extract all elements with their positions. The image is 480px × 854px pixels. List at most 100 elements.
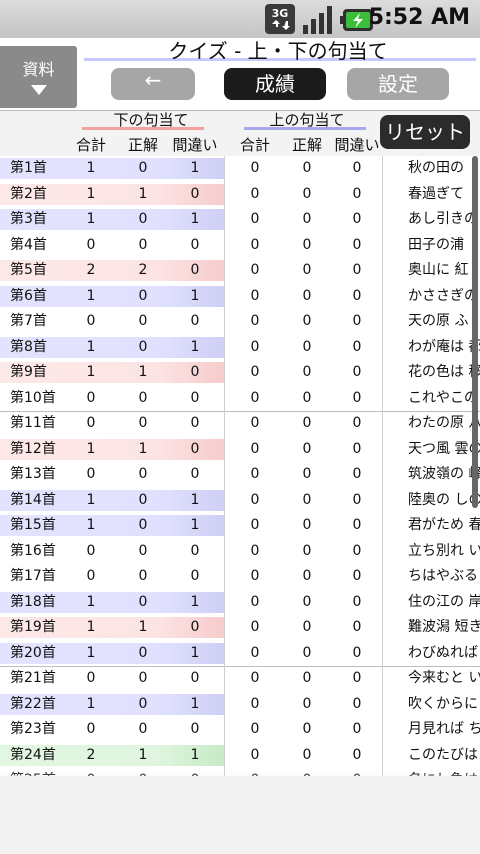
lower-wrong-cell: 0	[190, 721, 200, 737]
lower-correct-cell: 1	[138, 440, 148, 457]
upper-correct-cell: 0	[302, 160, 312, 176]
table-row[interactable]: 第8首 1 0 1 0 0 0 わが庵は 都	[0, 335, 480, 360]
poem-number: 第22首	[10, 695, 56, 712]
list-fade	[0, 772, 480, 786]
table-row[interactable]: 第20首 1 0 1 0 0 0 わびぬれば	[0, 641, 480, 666]
poem-number: 第24首	[10, 746, 56, 763]
upper-total-cell: 0	[250, 670, 260, 686]
upper-wrong-cell: 0	[352, 721, 362, 737]
upper-correct-cell: 0	[302, 287, 312, 304]
reset-button[interactable]: リセット	[380, 115, 470, 149]
table-row[interactable]: 第6首 1 0 1 0 0 0 かささぎの	[0, 284, 480, 309]
table-row[interactable]: 第22首 1 0 1 0 0 0 吹くからに	[0, 692, 480, 717]
upper-wrong-cell: 0	[352, 466, 362, 482]
poem-number: 第5首	[10, 262, 47, 278]
upper-total-cell: 0	[250, 262, 260, 278]
upper-total-cell: 0	[250, 389, 260, 406]
upper-correct-cell: 0	[302, 364, 312, 380]
upper-wrong-cell: 0	[352, 644, 362, 661]
back-button[interactable]: ←	[111, 68, 195, 100]
table-row[interactable]: 第9首 1 1 0 0 0 0 花の色は 移	[0, 360, 480, 385]
table-row[interactable]: 第16首 0 0 0 0 0 0 立ち別れ い	[0, 539, 480, 564]
upper-total-cell: 0	[250, 313, 260, 329]
table-row[interactable]: 第11首 0 0 0 0 0 0 わたの原 八	[0, 411, 480, 436]
poem-number: 第18首	[10, 593, 56, 610]
poem-number: 第12首	[10, 440, 56, 457]
table-row[interactable]: 第7首 0 0 0 0 0 0 天の原 ふ	[0, 309, 480, 334]
table-row[interactable]: 第5首 2 2 0 0 0 0 奥山に 紅	[0, 258, 480, 283]
upper-wrong-cell: 0	[352, 415, 362, 431]
table-row[interactable]: 第18首 1 0 1 0 0 0 住の江の 岸	[0, 590, 480, 615]
table-row[interactable]: 第21首 0 0 0 0 0 0 今来むと い	[0, 666, 480, 691]
upper-total-cell: 0	[250, 568, 260, 584]
table-row[interactable]: 第12首 1 1 0 0 0 0 天つ風 雲の	[0, 437, 480, 462]
score-table[interactable]: 第1首 1 0 1 0 0 0 秋の田の 第2首 1 1 0 0 0 0 春過ぎて 第3首 1 0 1 0 0 0 あし引きの…	[0, 156, 480, 776]
scrollbar[interactable]	[472, 156, 478, 508]
lower-wrong-cell: 0	[190, 670, 200, 686]
upper-total-cell: 0	[250, 466, 260, 482]
upper-wrong-cell: 0	[352, 593, 362, 610]
lower-correct-cell: 0	[138, 568, 148, 584]
lower-correct-cell: 1	[138, 185, 148, 202]
score-tab-button[interactable]: 成績	[224, 68, 326, 100]
table-row[interactable]: 第3首 1 0 1 0 0 0 あし引きの	[0, 207, 480, 232]
upper-total-cell: 0	[250, 236, 260, 253]
upper-wrong-cell: 0	[352, 287, 362, 304]
settings-tab-button[interactable]: 設定	[347, 68, 449, 100]
lower-correct-cell: 0	[138, 491, 148, 508]
upper-correct-cell: 0	[302, 619, 312, 635]
table-row[interactable]: 第19首 1 1 0 0 0 0 難波潟 短き	[0, 615, 480, 640]
table-row[interactable]: 第1首 1 0 1 0 0 0 秋の田の	[0, 156, 480, 181]
table-row[interactable]: 第15首 1 0 1 0 0 0 君がため 春	[0, 513, 480, 538]
lower-wrong-cell: 0	[190, 185, 200, 202]
lower-correct-cell: 0	[138, 236, 148, 253]
table-row[interactable]: 第17首 0 0 0 0 0 0 ちはやぶる	[0, 564, 480, 589]
upper-wrong-cell: 0	[352, 389, 362, 406]
verse-preview: かささぎの	[408, 287, 478, 304]
lower-wrong-cell: 0	[190, 236, 200, 253]
upper-wrong-cell: 0	[352, 313, 362, 329]
upper-total-cell: 0	[250, 287, 260, 304]
table-row[interactable]: 第13首 0 0 0 0 0 0 筑波嶺の 峰	[0, 462, 480, 487]
upper-correct-cell: 0	[302, 746, 312, 763]
col-lower-wrong: 間違い	[172, 136, 218, 154]
col-upper-wrong: 間違い	[334, 136, 380, 154]
col-upper-total: 合計	[239, 136, 270, 154]
upper-correct-cell: 0	[302, 593, 312, 610]
lower-total-cell: 1	[86, 211, 96, 227]
upper-wrong-cell: 0	[352, 568, 362, 584]
table-row[interactable]: 第24首 2 1 1 0 0 0 このたびは	[0, 743, 480, 768]
verse-preview: わが庵は 都	[408, 338, 480, 355]
lower-wrong-cell: 1	[190, 160, 200, 176]
resource-menu-button[interactable]: 資料	[0, 46, 77, 108]
lower-wrong-cell: 1	[190, 746, 200, 763]
verse-preview: 筑波嶺の 峰	[408, 466, 480, 482]
upper-total-cell: 0	[250, 211, 260, 227]
upper-wrong-cell: 0	[352, 364, 362, 380]
poem-number: 第8首	[10, 338, 47, 355]
lower-total-cell: 0	[86, 415, 96, 431]
table-row[interactable]: 第14首 1 0 1 0 0 0 陸奥の しの	[0, 488, 480, 513]
verse-preview: 天つ風 雲の	[408, 440, 480, 457]
lower-wrong-cell: 0	[190, 364, 200, 380]
table-row[interactable]: 第4首 0 0 0 0 0 0 田子の浦	[0, 233, 480, 258]
upper-correct-cell: 0	[302, 313, 312, 329]
poem-number: 第20首	[10, 644, 56, 661]
lower-correct-cell: 2	[138, 262, 148, 278]
upper-total-cell: 0	[250, 364, 260, 380]
lower-correct-cell: 0	[138, 313, 148, 329]
table-row[interactable]: 第10首 0 0 0 0 0 0 これやこの	[0, 386, 480, 411]
lower-correct-cell: 0	[138, 211, 148, 227]
lower-total-cell: 1	[86, 517, 96, 533]
lower-correct-cell: 1	[138, 364, 148, 380]
lower-wrong-cell: 0	[190, 619, 200, 635]
table-row[interactable]: 第2首 1 1 0 0 0 0 春過ぎて	[0, 182, 480, 207]
lower-wrong-cell: 1	[190, 517, 200, 533]
upper-correct-cell: 0	[302, 491, 312, 508]
poem-number: 第9首	[10, 364, 47, 380]
table-row[interactable]: 第23首 0 0 0 0 0 0 月見れば ち	[0, 717, 480, 742]
upper-total-cell: 0	[250, 619, 260, 635]
lower-total-cell: 0	[86, 721, 96, 737]
verse-preview: これやこの	[408, 389, 478, 406]
upper-total-cell: 0	[250, 517, 260, 533]
